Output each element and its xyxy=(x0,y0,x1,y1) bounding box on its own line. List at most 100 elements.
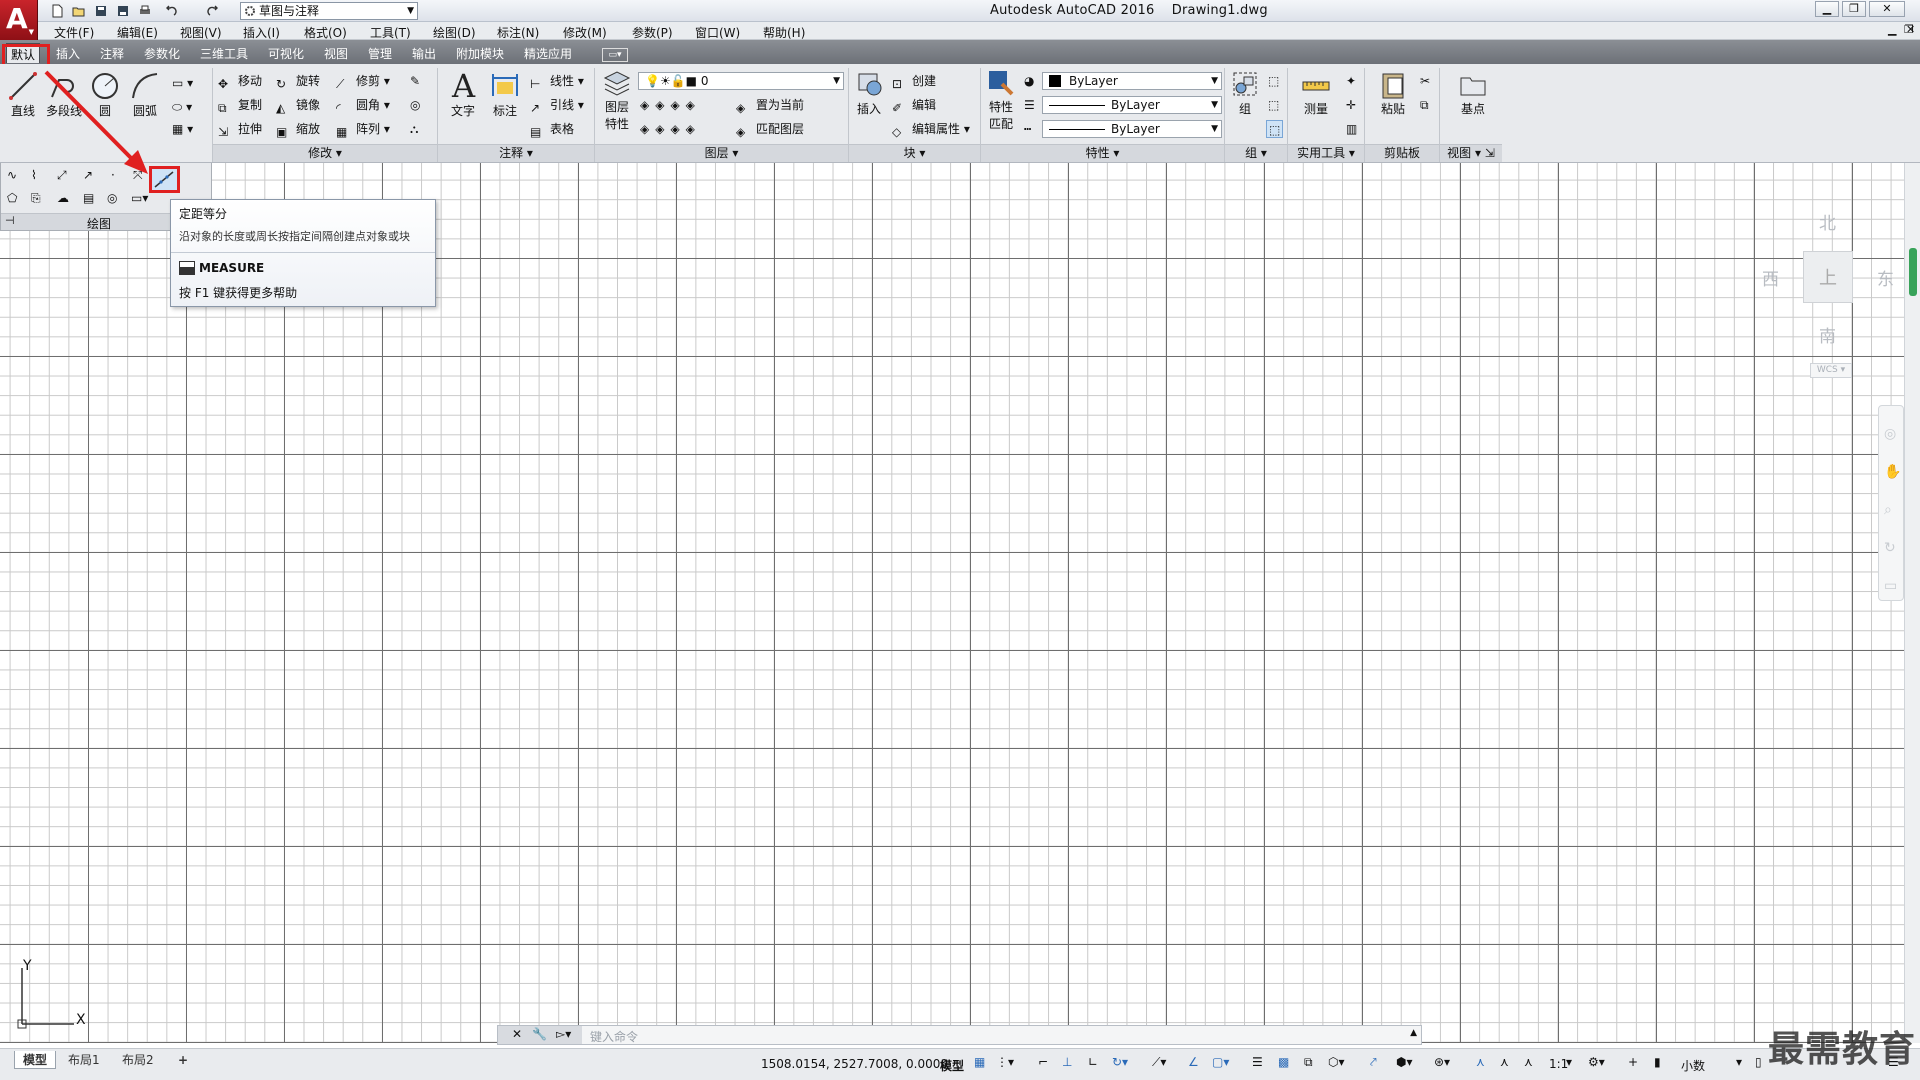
close-icon[interactable]: ✕ xyxy=(512,1027,522,1041)
vertical-scrollbar[interactable] xyxy=(1904,163,1920,1043)
edit-attributes-button[interactable]: ◇ 编辑属性 ▾ xyxy=(892,120,970,139)
layer-dropdown[interactable]: 💡☀🔓■ 0 ▼ xyxy=(638,72,844,90)
print-icon[interactable] xyxy=(136,2,154,20)
rectangle-icon[interactable]: ▭ ▾ xyxy=(172,74,193,92)
block-panel-title[interactable]: 块 ▾ xyxy=(849,144,980,162)
units-dropdown-icon[interactable]: ▾ xyxy=(1736,1055,1752,1071)
layer-tools-row-1[interactable]: ◈◈◈◈ xyxy=(640,96,701,114)
array-button[interactable]: ▦ 阵列 ▾ xyxy=(336,120,390,139)
revision-cloud-icon[interactable]: ☁ xyxy=(57,191,75,209)
viewcube-west[interactable]: 西 xyxy=(1762,265,1779,290)
edit-block-button[interactable]: ✐ 编辑 xyxy=(892,96,936,115)
add-layout-icon[interactable]: + xyxy=(170,1051,196,1069)
join-icon[interactable]: ⛬ xyxy=(410,120,418,138)
save-as-icon[interactable] xyxy=(114,2,132,20)
fillet-button[interactable]: ◜ 圆角 ▾ xyxy=(336,96,390,115)
scale-button[interactable]: ▣ 缩放 xyxy=(276,120,320,139)
ellipse-icon[interactable]: ⬭ ▾ xyxy=(172,98,192,116)
menu-insert[interactable]: 插入(I) xyxy=(243,24,280,41)
lineweight-icon[interactable]: ☰ xyxy=(1024,96,1035,114)
gizmo-icon[interactable]: ⊛▾ xyxy=(1434,1055,1450,1071)
copy-button[interactable]: ⧉ 复制 xyxy=(218,96,262,115)
group-button[interactable]: 组 xyxy=(1228,70,1262,117)
layout-tab-1[interactable]: 布局1 xyxy=(60,1051,108,1069)
move-button[interactable]: ✥ 移动 xyxy=(218,72,262,91)
tab-output[interactable]: 输出 xyxy=(408,43,440,63)
viewcube-east[interactable]: 东 xyxy=(1877,265,1894,290)
viewcube-face[interactable]: 上 xyxy=(1803,251,1853,303)
trim-button[interactable]: ⟋ 修剪 ▾ xyxy=(336,72,390,91)
erase-icon[interactable]: ✎ xyxy=(410,72,420,90)
calculator-icon[interactable]: ▥ xyxy=(1346,120,1357,138)
doc-minimize-button[interactable]: ▁ xyxy=(1888,23,1896,36)
region-icon[interactable]: ⬠ xyxy=(7,191,25,209)
linetype-dropdown[interactable]: ByLayer ▼ xyxy=(1042,96,1222,114)
layer-properties-button[interactable]: 图层 特性 xyxy=(600,68,634,132)
workspace-dropdown[interactable]: 草图与注释 ▼ xyxy=(240,2,418,20)
dimension-button[interactable]: 标注 xyxy=(488,68,522,119)
wrench-icon[interactable]: 🔧 xyxy=(532,1027,547,1041)
command-line[interactable]: ✕ 🔧 ▻▾ 键入命令 ▲ xyxy=(497,1025,1422,1045)
create-block-button[interactable]: ⊡ 创建 xyxy=(892,72,936,91)
table-button[interactable]: ▤ 表格 xyxy=(530,120,574,139)
linetype-icon[interactable]: ┅ xyxy=(1024,120,1031,138)
wipeout-icon[interactable]: ⎘ xyxy=(31,191,49,209)
layers-panel-title[interactable]: 图层 ▾ xyxy=(595,144,848,162)
3d-osnap-icon[interactable]: ⬡▾ xyxy=(1328,1055,1345,1071)
layout-tab-2[interactable]: 布局2 xyxy=(114,1051,162,1069)
menu-help[interactable]: 帮助(H) xyxy=(763,24,805,41)
full-nav-wheel-icon[interactable]: ◎ xyxy=(1884,426,1896,442)
selection-filter-icon[interactable]: ⬢▾ xyxy=(1396,1055,1413,1071)
tab-insert[interactable]: 插入 xyxy=(52,43,84,63)
redo-icon[interactable] xyxy=(204,2,222,20)
annotation-panel-title[interactable]: 注释 ▾ xyxy=(438,144,594,162)
annotation-visibility-icon[interactable]: ⋏ xyxy=(1476,1055,1492,1071)
menu-draw[interactable]: 绘图(D) xyxy=(433,24,476,41)
paste-button[interactable]: 粘贴 xyxy=(1376,70,1410,117)
transparency-icon[interactable]: ▩ xyxy=(1278,1055,1294,1071)
clipboard-panel-title[interactable]: 剪贴板 xyxy=(1365,144,1439,162)
color-dropdown[interactable]: ByLayer ▼ xyxy=(1042,72,1222,90)
make-current-button[interactable]: ◈ 置为当前 xyxy=(736,96,804,115)
grid-icon[interactable]: ▦ xyxy=(974,1055,990,1071)
measure-distance-button[interactable]: 测量 xyxy=(1298,70,1334,117)
groups-panel-title[interactable]: 组 ▾ xyxy=(1225,144,1287,162)
navigation-bar[interactable]: ◎ ✋ ⌕ ↻ ▭ xyxy=(1878,405,1904,601)
modify-panel-title[interactable]: 修改 ▾ xyxy=(213,144,437,162)
properties-panel-title[interactable]: 特性 ▾ xyxy=(981,144,1224,162)
viewcube-north[interactable]: 北 xyxy=(1819,209,1836,234)
annotation-monitor-icon[interactable]: + xyxy=(1628,1055,1644,1071)
object-snap-tracking-icon[interactable]: ∠ xyxy=(1188,1055,1204,1071)
leader-button[interactable]: ↗ 引线 ▾ xyxy=(530,96,584,115)
tab-annotate[interactable]: 注释 xyxy=(96,43,128,63)
hatch-icon[interactable]: ▦ ▾ xyxy=(172,120,193,138)
coordinates-readout[interactable]: 1508.0154, 2527.7008, 0.0000 xyxy=(761,1057,948,1071)
orbit-icon[interactable]: ↻ xyxy=(1884,540,1896,556)
menu-tools[interactable]: 工具(T) xyxy=(370,24,411,41)
minimize-button[interactable]: ▁ xyxy=(1815,1,1839,17)
scrollbar-thumb[interactable] xyxy=(1909,248,1917,296)
selection-cycling-icon[interactable]: ⧉ xyxy=(1304,1055,1320,1071)
wcs-dropdown[interactable]: WCS ▾ xyxy=(1810,363,1852,378)
linear-dim-button[interactable]: ⊢ 线性 ▾ xyxy=(530,72,584,91)
auto-scale-icon[interactable]: ⋏ xyxy=(1500,1055,1516,1071)
doc-close-button[interactable]: ✕ xyxy=(1906,23,1915,36)
ortho-icon[interactable]: ∟ xyxy=(1088,1055,1104,1071)
insert-block-button[interactable]: 插入 xyxy=(852,68,886,117)
new-file-icon[interactable] xyxy=(48,2,66,20)
app-menu-button[interactable]: A ▼ xyxy=(0,0,38,40)
menu-dimension[interactable]: 标注(N) xyxy=(497,24,539,41)
stretch-button[interactable]: ⇲ 拉伸 xyxy=(218,120,262,139)
layout-tab-model[interactable]: 模型 xyxy=(14,1051,57,1069)
gradient-icon[interactable]: ▭▾ xyxy=(131,191,149,209)
spline-fit-icon[interactable]: ∿ xyxy=(7,168,25,186)
color-wheel-icon[interactable]: ◕ xyxy=(1024,72,1034,90)
units-icon[interactable]: ▮ xyxy=(1654,1055,1670,1071)
lineweight-dropdown[interactable]: ByLayer ▼ xyxy=(1042,120,1222,138)
tab-parametric[interactable]: 参数化 xyxy=(140,43,184,63)
restore-button[interactable]: ❐ xyxy=(1842,1,1866,17)
menu-file[interactable]: 文件(F) xyxy=(54,24,94,41)
base-view-button[interactable]: 基点 xyxy=(1454,70,1492,117)
annotation-scale-icon[interactable]: ⋏ xyxy=(1524,1055,1540,1071)
point-id-icon[interactable]: ✛ xyxy=(1346,96,1356,114)
